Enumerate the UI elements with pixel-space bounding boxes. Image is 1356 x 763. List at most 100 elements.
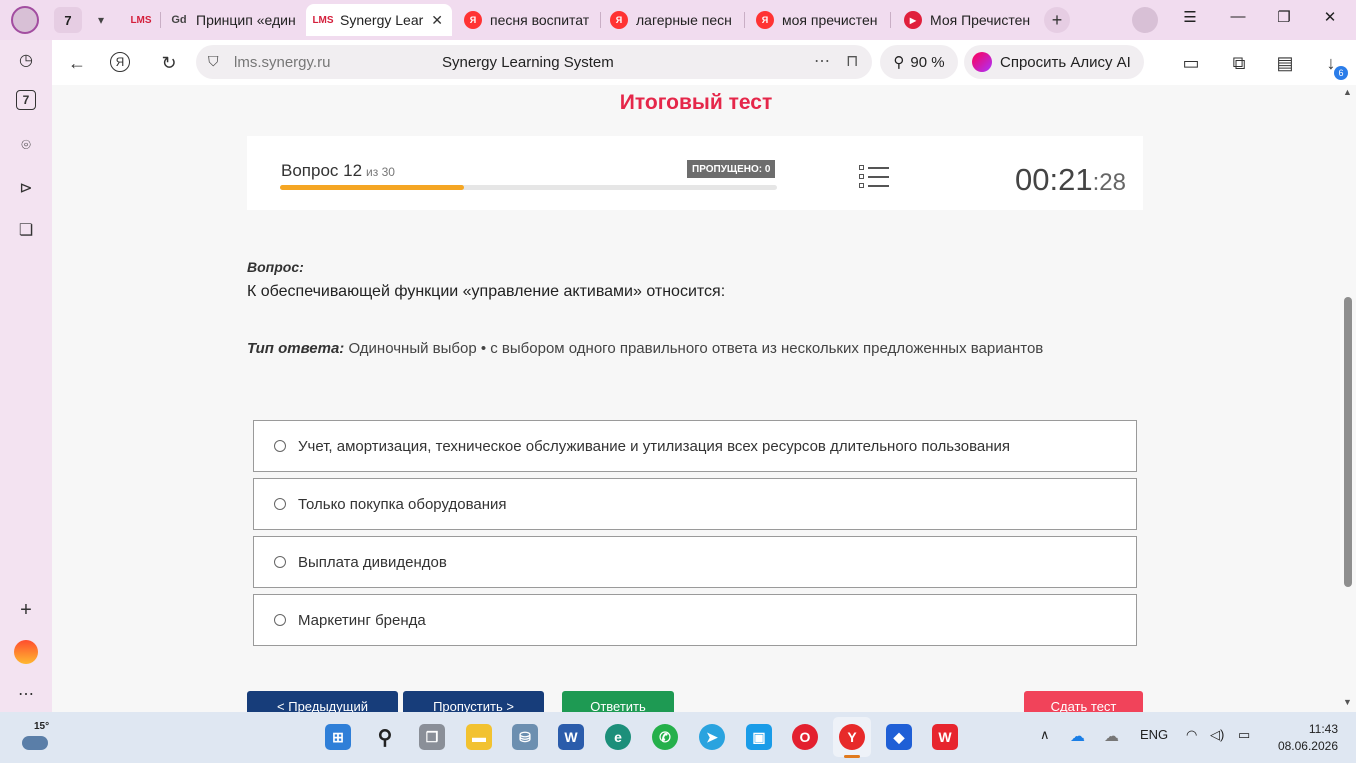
onedrive-icon[interactable]: ☁ [1070,727,1085,745]
windows-start-icon[interactable]: ⊞ [325,724,351,750]
radio-button[interactable] [274,498,286,510]
radio-button[interactable] [274,440,286,452]
skip-button[interactable]: Пропустить > [403,691,544,712]
question-number: Вопрос 12 [281,161,363,180]
windows-taskbar: 15° ⊞ ⚲ ❐ ▬ ⛁ W e ✆ ➤ ▣ O Y ◆ W ∧ ☁ ☁ EN… [0,712,1356,763]
new-tab-button[interactable]: + [1044,7,1070,33]
answer-type-label: Тип ответа: [247,340,345,357]
battery-icon[interactable]: ▭ [1238,727,1250,743]
answer-button[interactable]: Ответить [562,691,674,712]
menu-icon[interactable]: ☰ [1178,8,1202,26]
chevron-up-icon[interactable]: ∧ [1040,727,1050,743]
lms-favicon-icon: LMS [130,14,152,26]
tab-counter[interactable]: 7 [54,7,82,33]
radio-button[interactable] [274,614,286,626]
history-icon[interactable]: ◷ [14,48,38,72]
maximize-icon[interactable]: ❐ [1272,8,1296,26]
more-icon[interactable]: ⋯ [14,682,38,706]
scroll-thumb[interactable] [1344,297,1352,587]
file-explorer-icon[interactable]: ▬ [466,724,492,750]
extensions-icon[interactable]: ⧉ [1226,50,1252,76]
option-text: Учет, амортизация, техническое обслужива… [298,437,1011,455]
tab-title: Принцип «един [196,12,296,28]
play-favicon-icon: ▶ [904,11,922,29]
answer-option-3[interactable]: Выплата дивидендов [253,536,1137,588]
submit-test-button[interactable]: Сдать тест [1024,691,1143,712]
alice-icon [972,52,992,72]
alice-label: Спросить Алису AI [1000,53,1131,71]
option-text: Выплата дивидендов [298,553,447,571]
bookmark-icon[interactable]: ⊓ [846,51,858,71]
wifi-icon[interactable]: ◠ [1186,727,1197,743]
profile-avatar[interactable] [11,6,39,34]
tab-synergy-active[interactable]: LMS Synergy Lear ✕ [306,4,452,36]
tabs-badge-icon[interactable]: 7 [16,90,36,110]
play-icon[interactable]: ⊳ [14,176,38,200]
translate-icon[interactable]: ▤ [1272,50,1298,76]
question-list-icon[interactable] [859,163,889,189]
lock-icon[interactable]: ⛉ [208,53,219,70]
lms-favicon-icon: LMS [312,14,334,26]
option-text: Только покупка оборудования [298,495,507,513]
yandex-icon[interactable]: Я [110,52,130,72]
page-title-text: Synergy Learning System [442,54,614,71]
volume-icon[interactable]: ◁) [1210,727,1224,743]
reload-icon[interactable]: ↻ [156,50,182,76]
task-view-icon[interactable]: ❐ [419,724,445,750]
collections-icon[interactable]: ❏ [14,218,38,242]
tab-title: моя пречистен [782,12,878,28]
tab-song-2[interactable]: Я лагерные песн [602,4,742,36]
option-text: Маркетинг бренда [298,611,426,629]
language-indicator[interactable]: ENG [1140,727,1168,742]
page-scrollbar[interactable]: ▲ ▼ [1340,85,1356,712]
mail-app-icon[interactable] [14,640,38,664]
cloud-app-icon[interactable]: ◆ [886,724,912,750]
close-window-icon[interactable]: ✕ [1318,8,1342,26]
system-clock[interactable]: 11:43 08.06.2026 [1270,721,1338,755]
tab-song-4[interactable]: ▶ Моя Пречистен [896,4,1036,36]
network-folder-icon[interactable]: ⛁ [512,724,538,750]
answer-type: Тип ответа: Одиночный выбор • с выбором … [247,340,1043,357]
zoom-button[interactable]: ⚲ 90 % [880,45,958,79]
answer-option-1[interactable]: Учет, амортизация, техническое обслужива… [253,420,1137,472]
scroll-up-icon[interactable]: ▲ [1343,87,1352,97]
chevron-down-icon[interactable]: ▾ [90,10,112,30]
address-bar[interactable]: ⛉ lms.synergy.ru Synergy Learning System… [196,45,872,79]
question-heading: Вопрос: [247,259,304,275]
messenger-icon[interactable]: ▣ [746,724,772,750]
telegram-icon[interactable]: ➤ [699,724,725,750]
minimize-icon[interactable]: — [1226,8,1250,25]
clock-time: 11:43 [1308,722,1338,736]
screenshot-icon[interactable]: ⌾ [14,134,38,158]
answer-option-4[interactable]: Маркетинг бренда [253,594,1137,646]
cloud-sync-icon[interactable]: ☁ [1104,727,1119,745]
tab-principle[interactable]: Gd Принцип «един [162,4,302,36]
account-icon[interactable] [1132,7,1158,33]
word-icon[interactable]: W [558,724,584,750]
radio-button[interactable] [274,556,286,568]
back-icon[interactable]: ← [64,50,90,76]
add-icon[interactable]: + [14,598,38,622]
tab-lms-pinned[interactable]: LMS [124,4,160,36]
answer-option-2[interactable]: Только покупка оборудования [253,478,1137,530]
cloud-icon [22,736,48,750]
search-icon[interactable]: ⚲ [372,724,398,750]
tab-song-3[interactable]: Я моя пречистен [748,4,888,36]
status-card: Вопрос 12 из 30 ПРОПУЩЕНО: 0 00:21:28 [247,136,1143,210]
previous-button[interactable]: < Предыдущий [247,691,398,712]
tab-strip: 7 ▾ LMS Gd Принцип «един LMS Synergy Lea… [0,0,1356,40]
tab-song-1[interactable]: Я песня воспитат [456,4,598,36]
whatsapp-icon[interactable]: ✆ [652,724,678,750]
timer-main: 00:21 [1015,162,1093,197]
url-text: lms.synergy.ru [234,54,331,71]
wps-icon[interactable]: W [932,724,958,750]
more-icon[interactable]: ⋯ [814,51,830,71]
scroll-down-icon[interactable]: ▼ [1343,697,1352,707]
edge-icon[interactable]: e [605,724,631,750]
yandex-favicon-icon: Я [756,11,774,29]
close-icon[interactable]: ✕ [431,12,443,29]
yandex-browser-icon[interactable]: Y [839,724,865,750]
battery-saver-icon[interactable]: ▭ [1178,50,1204,76]
alice-button[interactable]: Спросить Алису AI [964,45,1144,79]
opera-icon[interactable]: O [792,724,818,750]
